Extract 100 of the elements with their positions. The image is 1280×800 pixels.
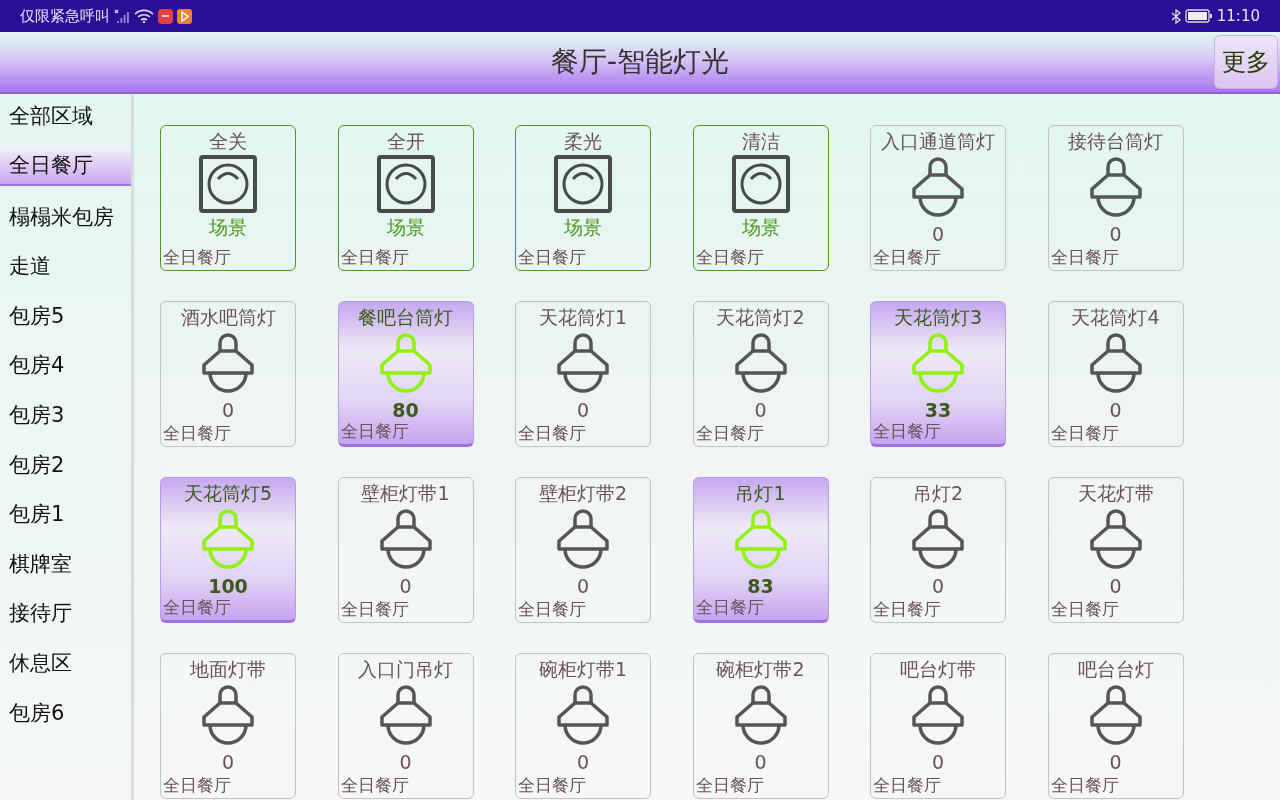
device-area: 全日餐厅	[873, 246, 941, 269]
device-card[interactable]: 吊灯2 0 全日餐厅	[870, 477, 1006, 623]
device-value: 0	[931, 751, 945, 773]
device-card[interactable]: 餐吧台筒灯 80 全日餐厅	[337, 301, 474, 447]
device-name: 入口通道筒灯	[881, 129, 995, 154]
device-area: 全日餐厅	[695, 422, 764, 445]
device-name: 壁柜灯带2	[538, 481, 628, 506]
device-name: 地面灯带	[190, 657, 266, 682]
device-area: 全日餐厅	[873, 420, 941, 443]
device-name: 天花筒灯3	[893, 305, 983, 330]
device-area: 全日餐厅	[1050, 774, 1119, 797]
device-value: 80	[392, 399, 419, 421]
device-area: 全日餐厅	[695, 596, 764, 619]
device-card[interactable]: 吧台灯带 0 全日餐厅	[870, 653, 1006, 799]
device-card[interactable]: 柔光 场景 全日餐厅	[515, 125, 651, 271]
sidebar-item[interactable]: 接待厅	[0, 594, 131, 632]
device-name: 酒水吧筒灯	[180, 305, 276, 330]
scene-icon	[199, 155, 257, 213]
device-card[interactable]: 酒水吧筒灯 0 全日餐厅	[160, 301, 296, 447]
device-value: 0	[931, 223, 945, 245]
device-card[interactable]: 地面灯带 0 全日餐厅	[160, 653, 296, 799]
sidebar-item[interactable]: 榻榻米包房	[0, 198, 131, 236]
scene-icon	[731, 155, 790, 213]
device-name: 天花灯带	[1077, 481, 1154, 506]
device-value: 0	[931, 575, 945, 597]
device-card[interactable]: 碗柜灯带1 0 全日餐厅	[515, 653, 651, 799]
sidebar-item[interactable]: 包房1	[0, 495, 131, 533]
device-value: 0	[754, 751, 767, 773]
device-area: 全日餐厅	[873, 598, 941, 621]
device-value: 0	[399, 575, 412, 597]
device-name: 天花筒灯5	[183, 481, 273, 506]
device-value: 0	[399, 751, 412, 773]
device-card[interactable]: 吧台台灯 0 全日餐厅	[1047, 653, 1184, 799]
battery-icon	[1184, 9, 1213, 23]
device-card[interactable]: 天花灯带 0 全日餐厅	[1047, 477, 1184, 623]
device-name: 吊灯2	[912, 481, 964, 506]
device-card[interactable]: 全关 场景 全日餐厅	[160, 125, 296, 271]
device-area: 全日餐厅	[163, 422, 231, 445]
device-value: 0	[1109, 399, 1122, 421]
device-name: 吧台灯带	[900, 657, 976, 682]
device-area: 全日餐厅	[340, 246, 409, 269]
device-value: 0	[576, 751, 590, 773]
device-name: 天花筒灯4	[1071, 305, 1160, 330]
device-name: 吊灯1	[735, 481, 786, 506]
device-card[interactable]: 全开 场景 全日餐厅	[337, 125, 474, 271]
bluetooth-icon	[1170, 8, 1181, 24]
device-name: 碗柜灯带2	[716, 657, 805, 682]
device-name: 天花筒灯2	[716, 305, 805, 330]
device-value: 场景	[741, 215, 780, 240]
sidebar-item[interactable]: 全日餐厅	[0, 146, 131, 186]
device-card[interactable]: 接待台筒灯 0 全日餐厅	[1047, 125, 1184, 271]
device-area: 全日餐厅	[873, 774, 941, 797]
device-card[interactable]: 清洁 场景 全日餐厅	[692, 125, 829, 271]
device-card[interactable]: 吊灯1 83 全日餐厅	[692, 477, 829, 623]
wifi-icon	[134, 9, 154, 23]
device-area: 全日餐厅	[340, 598, 409, 621]
more-button[interactable]: 更多	[1214, 35, 1278, 89]
sidebar-item[interactable]: 包房5	[0, 297, 131, 335]
sidebar-item[interactable]: 包房3	[0, 396, 131, 434]
device-value: 0	[576, 399, 590, 421]
sidebar-item[interactable]: 棋牌室	[0, 545, 131, 583]
device-name: 入口门吊灯	[358, 657, 453, 682]
device-area: 全日餐厅	[1050, 422, 1119, 445]
device-value: 0	[1109, 751, 1122, 773]
device-card[interactable]: 天花筒灯5 100 全日餐厅	[160, 477, 296, 623]
device-value: 83	[747, 575, 774, 597]
device-value: 33	[924, 399, 952, 421]
device-value: 0	[754, 399, 767, 421]
device-name: 全关	[209, 129, 247, 154]
sidebar-item[interactable]: 包房6	[0, 694, 131, 732]
device-card[interactable]: 入口门吊灯 0 全日餐厅	[337, 653, 474, 799]
status-text: 仅限紧急呼叫	[20, 6, 110, 26]
device-card[interactable]: 天花筒灯4 0 全日餐厅	[1047, 301, 1184, 447]
device-name: 接待台筒灯	[1068, 129, 1163, 154]
device-area: 全日餐厅	[518, 774, 586, 797]
device-area: 全日餐厅	[163, 596, 231, 619]
app-icon	[158, 8, 173, 24]
device-card[interactable]: 壁柜灯带1 0 全日餐厅	[337, 477, 474, 623]
device-card[interactable]: 壁柜灯带2 0 全日餐厅	[515, 477, 651, 623]
device-card[interactable]: 入口通道筒灯 0 全日餐厅	[870, 125, 1006, 271]
sidebar-item[interactable]: 休息区	[0, 644, 131, 682]
scene-icon	[376, 155, 435, 213]
play-app-icon	[177, 8, 192, 24]
sidebar-item[interactable]: 包房2	[0, 446, 131, 484]
device-value: 0	[576, 575, 590, 597]
device-area: 全日餐厅	[163, 774, 231, 797]
device-card[interactable]: 天花筒灯1 0 全日餐厅	[515, 301, 651, 447]
sidebar-item[interactable]: 包房4	[0, 346, 131, 384]
device-name: 壁柜灯带1	[361, 481, 450, 506]
device-name: 餐吧台筒灯	[358, 305, 453, 330]
device-card[interactable]: 天花筒灯3 33 全日餐厅	[870, 301, 1006, 447]
sidebar-item[interactable]: 全部区域	[0, 97, 131, 134]
device-card[interactable]: 碗柜灯带2 0 全日餐厅	[692, 653, 829, 799]
device-area: 全日餐厅	[695, 774, 764, 797]
device-area: 全日餐厅	[518, 598, 586, 621]
sidebar-item[interactable]: 走道	[0, 247, 131, 285]
device-value: 0	[1109, 575, 1122, 597]
device-name: 全开	[386, 129, 425, 154]
device-card[interactable]: 天花筒灯2 0 全日餐厅	[692, 301, 829, 447]
device-value: 0	[221, 751, 235, 773]
